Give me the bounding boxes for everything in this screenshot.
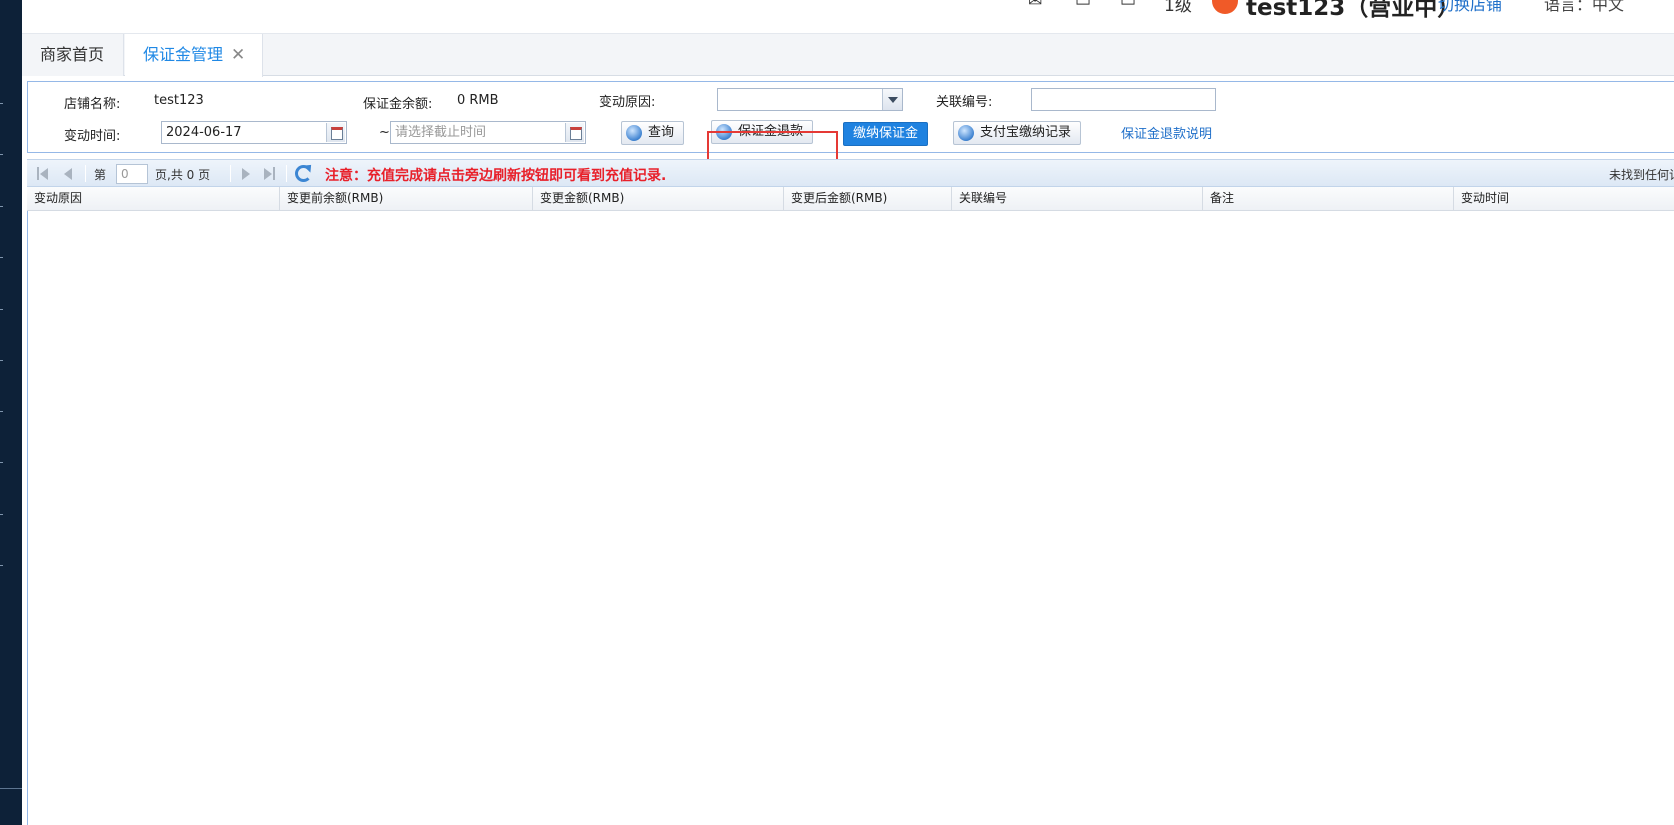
sidebar-tick [0,206,3,207]
pager-divider [230,165,231,182]
switch-store-link[interactable]: 切换店铺 [1438,0,1502,15]
top-header: ✉ ▭ ▭ 1级 test123（营业中） 切换店铺 语言：中文 [22,0,1674,34]
message-icon[interactable]: ✉ [1028,0,1042,11]
level-badge: 1级 [1164,0,1192,16]
column-header[interactable]: 变动原因 [27,187,280,211]
sidebar-tick [0,565,3,566]
tab-home[interactable]: 商家首页 [22,34,124,76]
sidebar-tick [0,257,3,258]
balance-value: 0 RMB [457,93,499,108]
page-prefix: 第 [94,168,107,182]
last-page-icon[interactable] [264,167,278,180]
tab-deposit-label: 保证金管理 [143,45,224,64]
reason-label: 变动原因: [599,95,656,110]
refund-help-link[interactable]: 保证金退款说明 [1121,123,1212,142]
page-number-input[interactable]: 0 [116,164,148,184]
refresh-icon[interactable] [295,165,312,182]
sidebar-tick [0,103,3,104]
shop-name-label: 店铺名称: [64,97,121,112]
pay-deposit-button[interactable]: 缴纳保证金 [843,122,929,146]
pager-divider [286,165,287,182]
shop-name-value: test123 [154,93,204,108]
close-icon[interactable]: ✕ [231,45,245,65]
sidebar-tick [0,514,3,515]
sidebar-tick [0,360,3,361]
query-button-label: 查询 [648,125,675,140]
filter-panel: 店铺名称: test123 保证金余额: 0 RMB 变动原因: 关联编号: 变… [27,81,1674,153]
chevron-down-icon[interactable] [882,89,902,110]
alipay-records-label: 支付宝缴纳记录 [980,125,1072,140]
end-date-placeholder: 请选择截止时间 [395,125,487,140]
grid-header: 变动原因 变更前余额(RMB) 变更金额(RMB) 变更后金额(RMB) 关联编… [27,187,1674,211]
column-header[interactable]: 备注 [1203,187,1454,211]
app-root: ✉ ▭ ▭ 1级 test123（营业中） 切换店铺 语言：中文 商家首页 保证… [0,0,1674,825]
page-total: 页,共 0 页 [155,168,211,182]
next-page-icon[interactable] [240,167,254,180]
alipay-records-button[interactable]: 支付宝缴纳记录 [953,121,1082,145]
tab-deposit-management[interactable]: 保证金管理 ✕ [125,34,263,77]
column-header[interactable]: 变更后金额(RMB) [784,187,952,211]
pager-toolbar: 第 0 页,共 0 页 注意：充值完成请点击旁边刷新按钮即可看到充值记录. 未找… [27,159,1674,187]
store-avatar [1212,0,1238,14]
minimize-icon[interactable]: ▭ [1120,0,1136,11]
pager-divider [85,165,86,182]
range-separator: ~ [379,125,390,140]
ref-no-label: 关联编号: [936,95,993,110]
column-header[interactable]: 变动时间 [1454,187,1674,211]
pay-deposit-label: 缴纳保证金 [853,126,919,141]
sidebar-tick [0,309,3,310]
start-date-value: 2024-06-17 [166,125,242,140]
first-page-icon[interactable] [37,167,51,180]
calendar-icon[interactable] [326,123,345,142]
tab-home-label: 商家首页 [40,45,105,64]
column-header[interactable]: 关联编号 [952,187,1203,211]
sidebar-divider [0,788,22,789]
column-header[interactable]: 变更金额(RMB) [533,187,784,211]
tab-bar: 商家首页 保证金管理 ✕ [22,34,1674,77]
end-date-input[interactable]: 请选择截止时间 [390,121,586,144]
window-icon[interactable]: ▭ [1075,0,1091,11]
page-number-value: 0 [121,167,129,181]
sidebar-tick [0,462,3,463]
empty-records-text: 未找到任何记录 [1609,168,1674,182]
store-title: test123（营业中） [1246,0,1461,21]
reason-select[interactable] [717,88,903,111]
search-icon [626,125,642,141]
column-header[interactable]: 变更前余额(RMB) [280,187,533,211]
change-time-label: 变动时间: [64,129,121,144]
records-icon [958,125,974,141]
grid-body [27,211,1674,825]
ref-no-input[interactable] [1031,88,1216,111]
sidebar-strip[interactable] [0,0,22,825]
query-button[interactable]: 查询 [621,121,685,145]
sidebar-tick [0,411,3,412]
start-date-input[interactable]: 2024-06-17 [161,121,347,144]
recharge-notice: 注意：充值完成请点击旁边刷新按钮即可看到充值记录. [325,168,667,184]
calendar-icon[interactable] [565,123,584,142]
prev-page-icon[interactable] [62,167,76,180]
language-selector[interactable]: 语言：中文 [1544,0,1624,15]
sidebar-tick [0,154,3,155]
balance-label: 保证金余额: [363,97,433,112]
